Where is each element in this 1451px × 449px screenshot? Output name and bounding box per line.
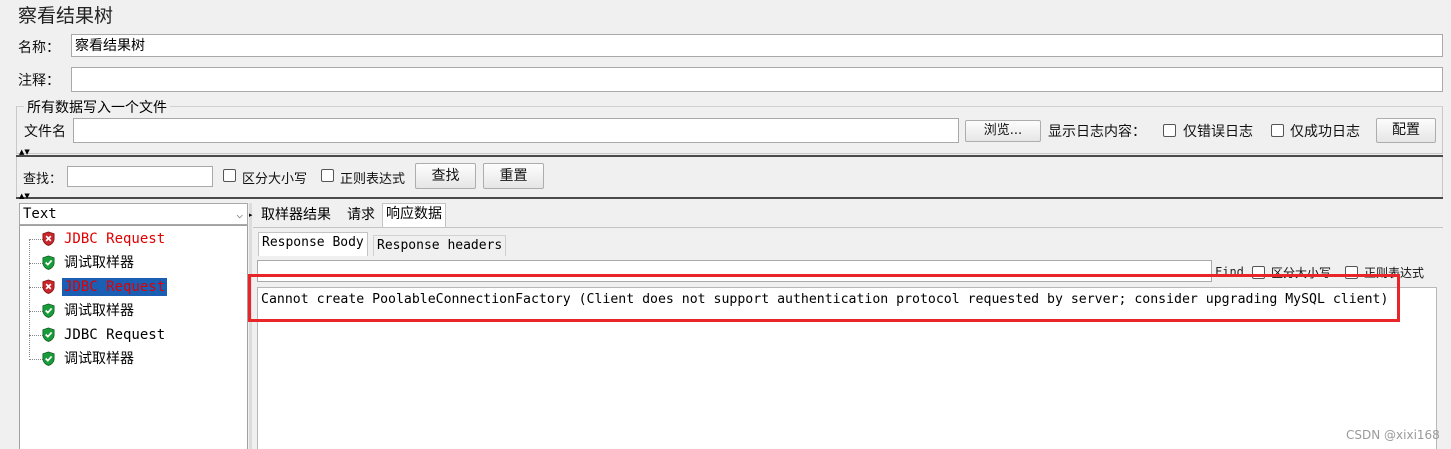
tab-response-data[interactable]: 响应数据 bbox=[382, 203, 446, 228]
success-shield-icon bbox=[42, 255, 55, 270]
tree-item-label: JDBC Request bbox=[62, 278, 168, 296]
configure-button[interactable]: 配置 bbox=[1376, 118, 1436, 143]
tab-sampler-result[interactable]: 取样器结果 bbox=[258, 205, 334, 225]
tree-item-label: 调试取样器 bbox=[64, 303, 134, 319]
renderer-selected-value: Text bbox=[23, 206, 57, 222]
tree-item[interactable]: JDBC Request bbox=[20, 229, 240, 249]
page-title: 察看结果树 bbox=[18, 5, 114, 27]
splitter-arrows-icon[interactable]: ▲▼ bbox=[19, 193, 30, 200]
tree-item-label: 调试取样器 bbox=[64, 255, 134, 271]
tab-divider bbox=[253, 227, 1443, 228]
tree-item-label: JDBC Request bbox=[64, 327, 166, 343]
file-group-title: 所有数据写入一个文件 bbox=[24, 97, 170, 117]
comment-input[interactable] bbox=[71, 67, 1443, 92]
browse-button[interactable]: 浏览... bbox=[965, 120, 1041, 142]
tree-item-label: JDBC Request bbox=[64, 231, 166, 247]
chevron-down-icon[interactable]: ⌵ bbox=[236, 207, 243, 223]
vertical-splitter[interactable] bbox=[249, 203, 252, 449]
filename-label: 文件名 bbox=[24, 124, 66, 140]
tab-request[interactable]: 请求 bbox=[344, 205, 378, 225]
success-only-label: 仅成功日志 bbox=[1290, 124, 1360, 140]
name-input[interactable]: 察看结果树 bbox=[71, 34, 1443, 57]
error-shield-icon bbox=[42, 231, 55, 246]
tab-response-body[interactable]: Response Body bbox=[258, 232, 368, 256]
error-shield-icon bbox=[42, 279, 55, 294]
success-shield-icon bbox=[42, 351, 55, 366]
highlight-annotation-box bbox=[248, 274, 1400, 322]
find-button[interactable]: 查找 bbox=[415, 163, 476, 189]
log-content-label: 显示日志内容： bbox=[1048, 124, 1146, 140]
tree-item[interactable]: JDBC Request bbox=[20, 325, 240, 345]
name-label: 名称： bbox=[18, 40, 60, 56]
success-shield-icon bbox=[42, 303, 55, 318]
comment-label: 注释： bbox=[18, 73, 60, 89]
errors-only-checkbox[interactable] bbox=[1163, 124, 1176, 137]
tree-item[interactable]: 调试取样器 bbox=[20, 301, 240, 321]
search-case-label: 区分大小写 bbox=[242, 172, 308, 187]
success-shield-icon bbox=[42, 327, 55, 342]
reset-button[interactable]: 重置 bbox=[483, 163, 544, 189]
splitter-arrows-icon[interactable]: ▲▼ bbox=[19, 149, 30, 156]
errors-only-label: 仅错误日志 bbox=[1183, 124, 1253, 140]
search-input[interactable] bbox=[67, 166, 213, 187]
tree-item-selected[interactable]: JDBC Request bbox=[20, 277, 240, 297]
search-regex-label: 正则表达式 bbox=[340, 172, 406, 187]
tree-item[interactable]: 调试取样器 bbox=[20, 349, 240, 369]
success-only-checkbox[interactable] bbox=[1271, 124, 1284, 137]
splitter-bottom[interactable] bbox=[16, 197, 1443, 199]
tab-response-headers[interactable]: Response headers bbox=[373, 235, 507, 256]
filename-input[interactable] bbox=[73, 118, 959, 143]
tree-item[interactable]: 调试取样器 bbox=[20, 253, 240, 273]
search-label: 查找： bbox=[23, 172, 63, 187]
splitter-arrow-icon[interactable]: ▸ bbox=[249, 211, 253, 219]
search-regex-checkbox[interactable] bbox=[321, 169, 334, 182]
renderer-select[interactable]: Text ⌵ bbox=[19, 203, 248, 225]
result-tree: JDBC Request 调试取样器 JDBC Request 调试取样器 JD… bbox=[19, 225, 248, 449]
search-case-checkbox[interactable] bbox=[223, 169, 236, 182]
watermark: CSDN @xixi168 bbox=[1346, 428, 1440, 442]
tree-item-label: 调试取样器 bbox=[64, 351, 134, 367]
